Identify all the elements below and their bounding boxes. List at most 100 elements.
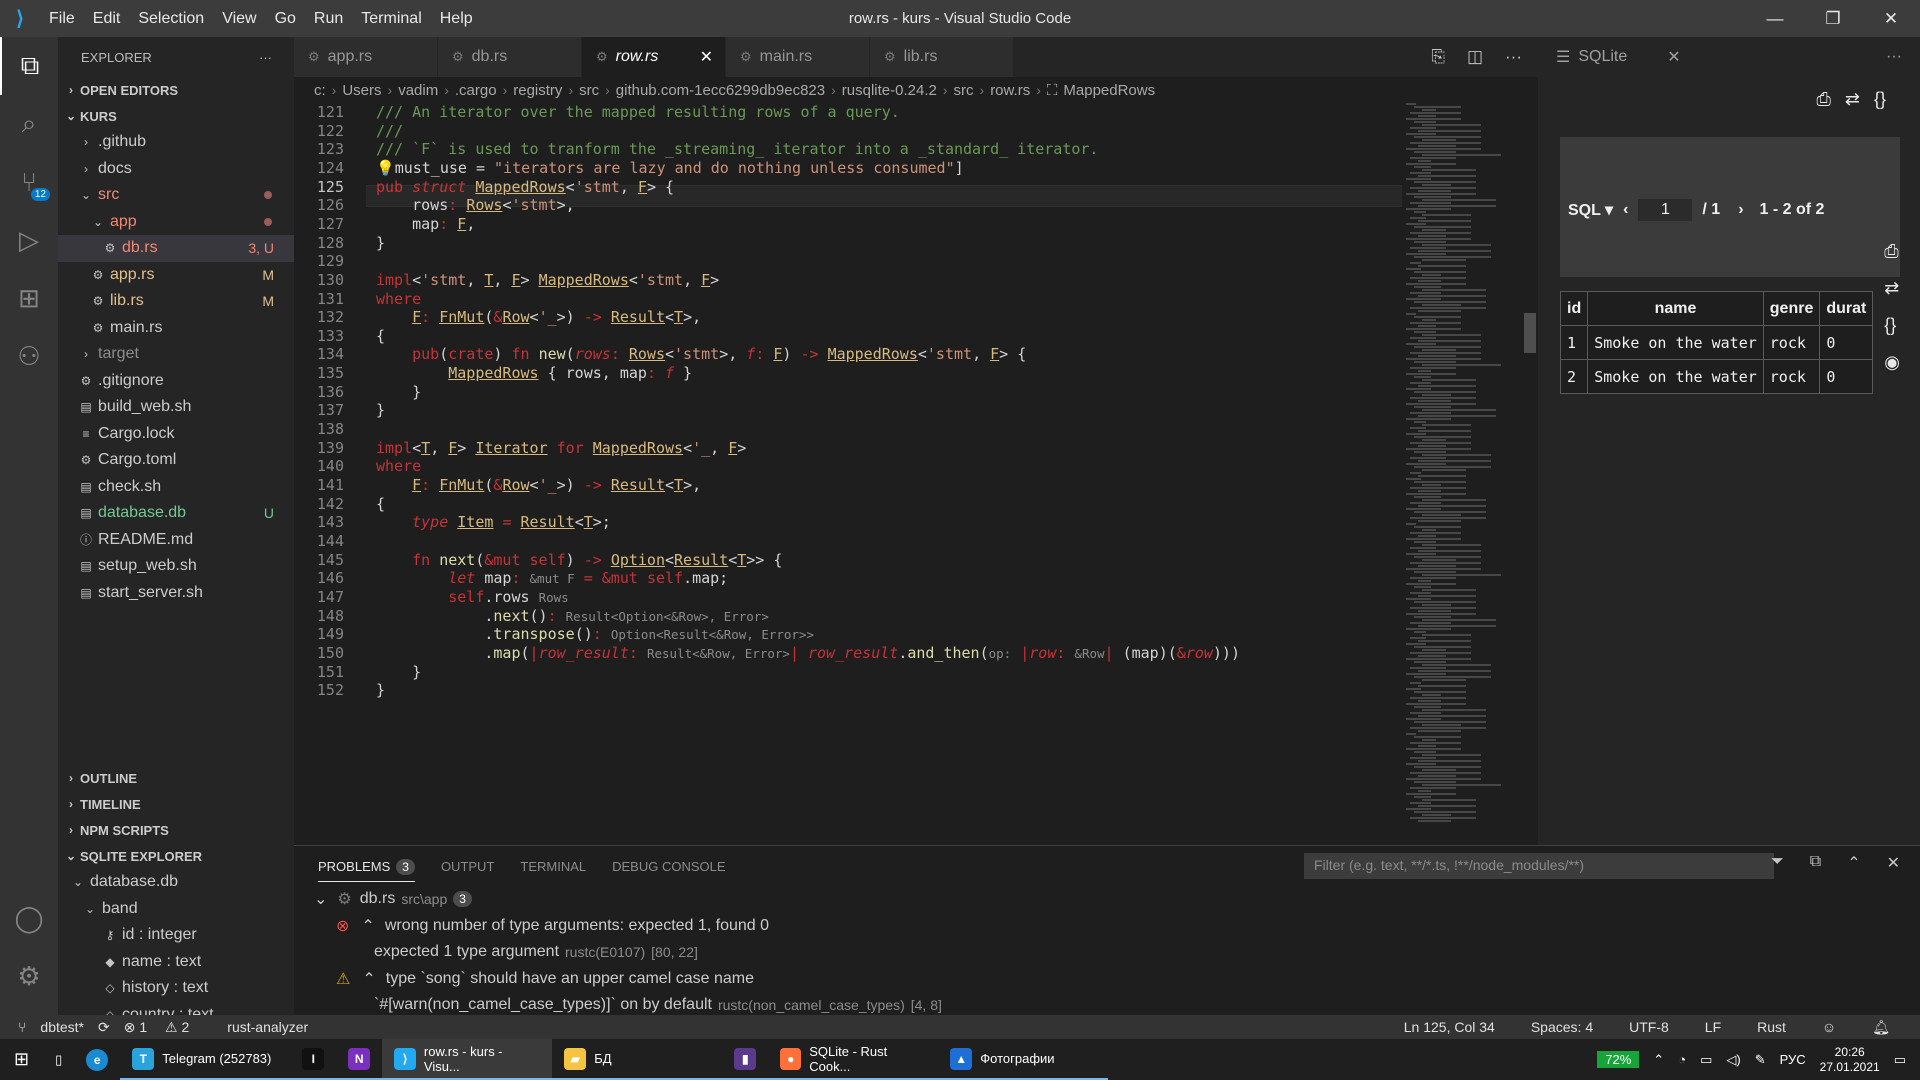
tree-item[interactable]: › target — [58, 341, 294, 368]
open-changes-icon[interactable]: ⎘ — [1431, 47, 1445, 67]
volume-icon[interactable]: ◁) — [1726, 1052, 1740, 1068]
tree-item[interactable]: › .github — [58, 129, 294, 156]
tree-item[interactable]: ⚙ .gitignore — [58, 368, 294, 395]
breadcrumb-item[interactable]: row.rs — [990, 82, 1030, 99]
tree-item[interactable]: ⚙ Cargo.toml — [58, 447, 294, 474]
column-header[interactable]: genre — [1762, 291, 1821, 326]
menu-go[interactable]: Go — [266, 0, 305, 37]
open-editors-section[interactable]: › OPEN EDITORS — [58, 77, 294, 103]
taskbar-app[interactable]: ▲ Фотографии — [938, 1039, 1109, 1080]
column-header[interactable]: name — [1587, 291, 1764, 326]
menu-file[interactable]: File — [40, 0, 84, 37]
sql-dropdown[interactable]: SQL ▾ — [1568, 200, 1613, 220]
minimap[interactable] — [1406, 103, 1516, 831]
taskbar-app[interactable]: N — [336, 1039, 383, 1080]
section-outline[interactable]: › OUTLINE — [58, 765, 294, 791]
rust-analyzer-status[interactable]: rust-analyzer — [227, 1019, 308, 1035]
breadcrumb-item[interactable]: Users — [342, 82, 381, 99]
error-count-icon[interactable]: ⊗ 1 ⚠ 2 — [124, 1019, 204, 1036]
close-window-icon[interactable]: ✕ — [1862, 0, 1920, 37]
tab-db-rs[interactable]: ⚙ db.rs — [438, 37, 582, 77]
scrollbar-thumb[interactable] — [1524, 313, 1536, 353]
tab-lib-rs[interactable]: ⚙ lib.rs — [870, 37, 1014, 77]
pane-more-icon[interactable]: ··· — [1886, 48, 1902, 66]
problems-filter-input[interactable]: Filter (e.g. text, **/*.ts, !**/node_mod… — [1304, 853, 1774, 879]
sqlite-tree-item[interactable]: ◆ name : text — [58, 949, 294, 976]
battery-indicator[interactable]: 72% — [1597, 1051, 1640, 1068]
problem-file-row[interactable]: ⌄ ⚙ db.rs src\app 3 — [314, 886, 1920, 913]
next-page-icon[interactable]: › — [1738, 201, 1743, 219]
eye-icon[interactable]: ◉ — [1884, 352, 1900, 373]
tree-item[interactable]: ⓘ README.md — [58, 527, 294, 554]
column-header[interactable]: id — [1559, 291, 1589, 326]
source-control-icon[interactable]: ⑂ 12 — [0, 153, 58, 211]
sqlite-tab[interactable]: SQLite — [1578, 48, 1627, 66]
export-icon[interactable]: ⎙ — [1884, 241, 1900, 262]
column-header[interactable]: durat — [1819, 291, 1874, 326]
tree-item[interactable]: ⚙ app.rs M — [58, 262, 294, 289]
search-icon[interactable]: ⌕ — [0, 95, 58, 153]
menu-edit[interactable]: Edit — [84, 0, 130, 37]
breadcrumb-item[interactable]: vadim — [398, 82, 438, 99]
tab-row-rs[interactable]: ⚙ row.rs ✕ — [582, 37, 726, 77]
breadcrumb-item[interactable]: src — [954, 82, 974, 99]
maximize-panel-icon[interactable]: ⌃ — [1847, 853, 1860, 873]
panel-tab-debug-console[interactable]: DEBUG CONSOLE — [612, 859, 725, 874]
menu-run[interactable]: Run — [305, 0, 352, 37]
tree-item[interactable]: ▤ database.db U — [58, 500, 294, 527]
run-debug-icon[interactable]: ▷ — [0, 211, 58, 269]
menu-help[interactable]: Help — [431, 0, 482, 37]
problem-row[interactable]: ⊗ ⌃ wrong number of type arguments: expect… — [314, 913, 1920, 940]
tree-item[interactable]: ▤ check.sh — [58, 474, 294, 501]
table-row[interactable]: 2 Smoke on the water rock 0 — [1559, 359, 1874, 394]
workspace-root-section[interactable]: ⌄ KURS — [58, 103, 294, 129]
breadcrumb-item[interactable]: src — [579, 82, 599, 99]
cursor-position[interactable]: Ln 125, Col 34 — [1404, 1019, 1495, 1036]
taskbar-app[interactable]: ▮ — [722, 1039, 769, 1080]
export-icon[interactable]: ⎙ — [1816, 89, 1830, 110]
menu-view[interactable]: View — [213, 0, 265, 37]
close-sqlite-tab-icon[interactable]: ✕ — [1667, 47, 1680, 67]
git-branch[interactable]: dbtest* — [40, 1019, 84, 1035]
close-tab-icon[interactable]: ✕ — [700, 47, 713, 67]
editor-scrollbar[interactable] — [1520, 103, 1536, 831]
editor-more-icon[interactable]: ··· — [1505, 47, 1522, 67]
restore-icon[interactable]: ❐ — [1804, 0, 1862, 37]
action-center-icon[interactable]: ▭ — [1894, 1052, 1906, 1068]
problem-source[interactable]: rustc(E0107) — [565, 944, 645, 960]
tree-item[interactable]: ⚙ db.rs 3, U — [58, 235, 294, 262]
filter-icon[interactable]: ⏷ — [1771, 853, 1784, 873]
menu-terminal[interactable]: Terminal — [352, 0, 430, 37]
task-view-icon[interactable]: ▯ — [43, 1039, 74, 1080]
tray-chevron-icon[interactable]: ⌃ — [1653, 1052, 1664, 1068]
account-icon[interactable]: ◯ — [0, 889, 58, 947]
close-panel-icon[interactable]: ✕ — [1887, 853, 1900, 873]
taskbar-app[interactable]: I — [290, 1039, 337, 1080]
tree-item[interactable]: › docs — [58, 156, 294, 183]
taskbar-app[interactable]: ▰ БД — [552, 1039, 723, 1080]
table-row[interactable]: 1 Smoke on the water rock 0 — [1559, 325, 1874, 360]
more-actions-icon[interactable]: ··· — [259, 50, 272, 65]
network-icon[interactable]: ◔ — [1678, 1052, 1686, 1067]
section-timeline[interactable]: › TIMELINE — [58, 791, 294, 817]
taskbar-app[interactable]: ⟩ row.rs - kurs - Visu... — [382, 1039, 553, 1080]
tree-item[interactable]: ▤ start_server.sh — [58, 580, 294, 607]
collapse-all-icon[interactable]: ⧉ — [1810, 853, 1821, 873]
swap-icon[interactable]: ⇄ — [1884, 278, 1900, 299]
breadcrumb-item[interactable]: registry — [513, 82, 562, 99]
pen-icon[interactable]: ✎ — [1755, 1052, 1766, 1068]
notifications-icon[interactable]: 🔔︎ — [1872, 1019, 1890, 1036]
explorer-icon[interactable]: ⧉ — [0, 37, 58, 95]
tree-item[interactable]: ⌄ app — [58, 209, 294, 236]
tree-item[interactable]: ⚙ lib.rs M — [58, 288, 294, 315]
section-sqlite-explorer[interactable]: ⌄ SQLITE EXPLORER — [58, 843, 294, 869]
tree-item[interactable]: ▤ build_web.sh — [58, 394, 294, 421]
eol[interactable]: LF — [1705, 1019, 1721, 1036]
breadcrumb-item[interactable]: .cargo — [455, 82, 497, 99]
sqlite-tree-item[interactable]: ⚷ id : integer — [58, 922, 294, 949]
sync-icon[interactable]: ⟳ — [98, 1019, 110, 1036]
tree-item[interactable]: ▤ setup_web.sh — [58, 553, 294, 580]
prev-page-icon[interactable]: ‹ — [1623, 201, 1628, 219]
panel-tab-problems[interactable]: PROBLEMS 3 — [318, 851, 415, 882]
settings-gear-icon[interactable]: ⚙ — [0, 947, 58, 1005]
